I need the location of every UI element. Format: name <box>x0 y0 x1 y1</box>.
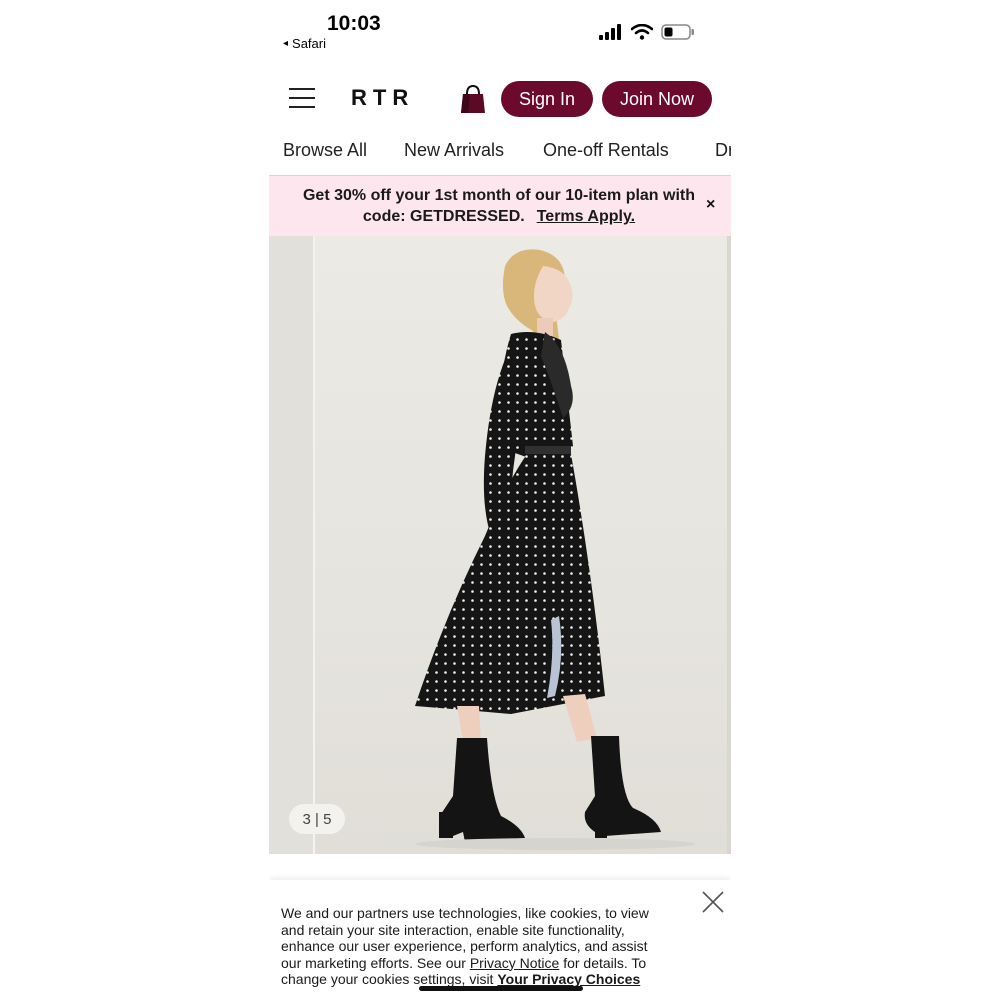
cellular-signal-icon <box>599 24 621 40</box>
privacy-choices-link[interactable]: Your Privacy Choices <box>497 971 640 987</box>
cookie-consent-banner: We and our partners use technologies, li… <box>269 880 731 1000</box>
site-header: RTR Sign In Join Now <box>269 75 731 125</box>
cookie-consent-text: We and our partners use technologies, li… <box>281 905 671 988</box>
home-indicator[interactable] <box>419 986 583 991</box>
wifi-icon <box>631 24 653 40</box>
phone-screen: 10:03 ◂ Safari RTR Sign In Join Now Brow… <box>269 0 731 1000</box>
hamburger-menu-icon[interactable] <box>289 88 315 110</box>
previous-image-slice[interactable] <box>269 236 315 854</box>
promo-line-2: code: GETDRESSED. Terms Apply. <box>289 206 709 227</box>
nav-browse-all[interactable]: Browse All <box>283 140 367 161</box>
shopping-bag-icon[interactable] <box>458 83 488 115</box>
category-nav: Browse All New Arrivals One-off Rentals … <box>269 136 731 166</box>
join-now-button[interactable]: Join Now <box>602 81 712 117</box>
page: 10:03 ◂ Safari RTR Sign In Join Now Brow… <box>0 0 1000 1000</box>
model-in-dress-illustration <box>415 249 695 850</box>
image-counter-badge: 3 | 5 <box>289 804 345 834</box>
status-time: 10:03 <box>327 12 381 35</box>
promo-message: Get 30% off your 1st month of our 10-ite… <box>289 185 709 227</box>
status-icons <box>599 24 695 40</box>
product-photo[interactable] <box>315 236 727 854</box>
terms-apply-link[interactable]: Terms Apply. <box>537 208 635 225</box>
privacy-notice-link[interactable]: Privacy Notice <box>470 955 559 971</box>
product-image-carousel[interactable]: 3 | 5 <box>269 236 731 854</box>
back-arrow-icon: ◂ <box>283 38 289 49</box>
promo-code-text: code: GETDRESSED. <box>362 208 525 225</box>
promo-line-1: Get 30% off your 1st month of our 10-ite… <box>302 187 696 204</box>
back-app-label: Safari <box>292 36 326 51</box>
nav-dresses-truncated[interactable]: Dr <box>715 140 731 161</box>
nav-one-off-rentals[interactable]: One-off Rentals <box>543 140 669 161</box>
next-image-slice[interactable] <box>727 236 731 854</box>
promo-close-icon[interactable]: × <box>706 196 715 214</box>
sign-in-button[interactable]: Sign In <box>501 81 593 117</box>
close-icon[interactable] <box>699 888 727 916</box>
back-to-safari-link[interactable]: ◂ Safari <box>283 36 326 51</box>
nav-new-arrivals[interactable]: New Arrivals <box>404 140 504 161</box>
battery-icon <box>661 24 694 40</box>
promo-banner: Get 30% off your 1st month of our 10-ite… <box>269 175 731 236</box>
rtr-logo[interactable]: RTR <box>351 85 414 111</box>
